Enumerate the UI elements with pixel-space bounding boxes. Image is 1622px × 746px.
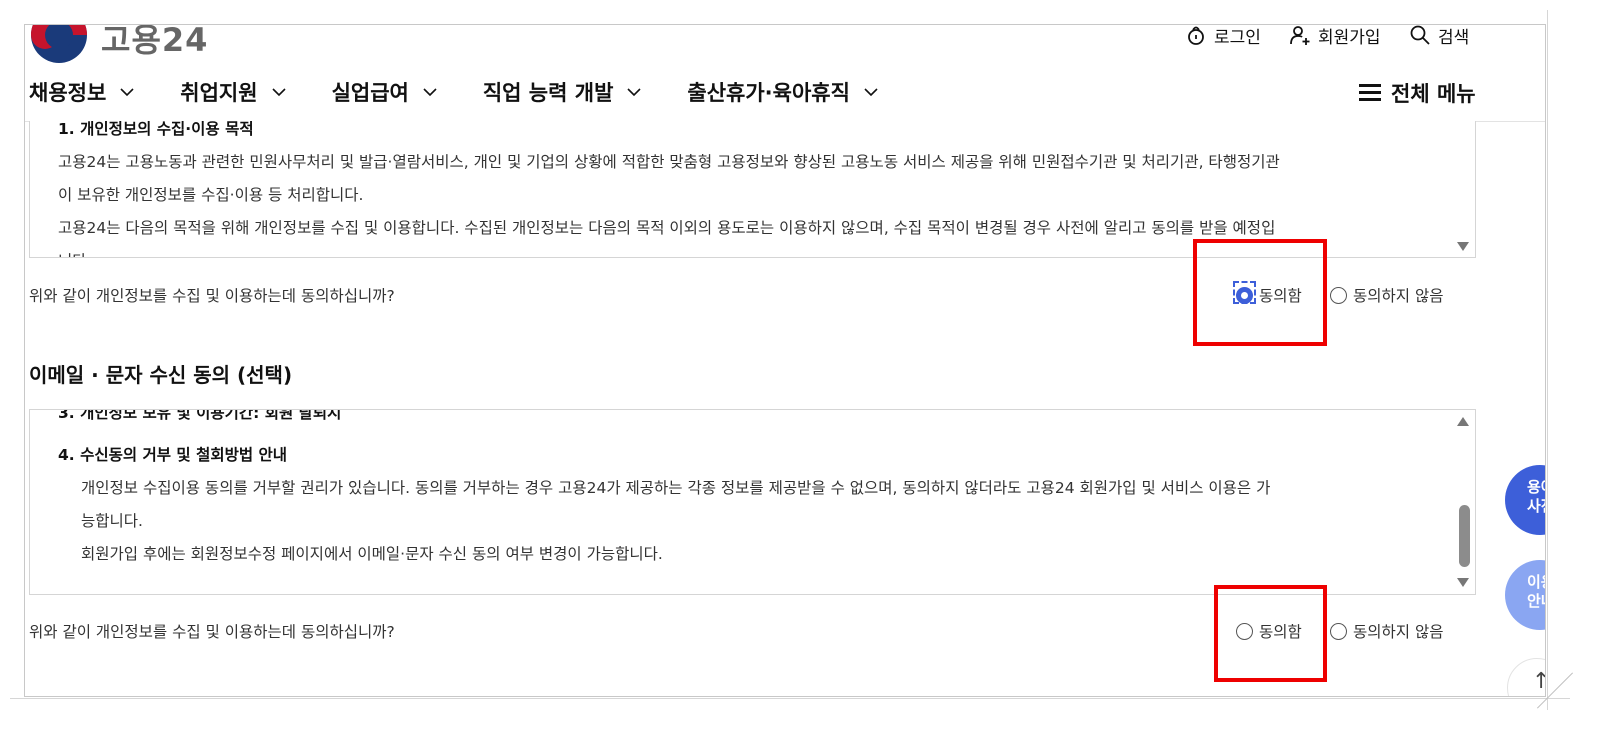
privacy-disagree-radio[interactable]: 동의하지 않음 bbox=[1330, 284, 1444, 306]
search-label: 검색 bbox=[1438, 27, 1470, 48]
gnb-label: 직업 능력 개발 bbox=[482, 81, 614, 105]
main-navigation: 채용정보 취업지원 실업급여 직업 능력 개발 출산휴가·육아휴직 bbox=[29, 78, 924, 106]
disagree-label: 동의하지 않음 bbox=[1353, 623, 1444, 641]
gnb-item-parental-leave[interactable]: 출산휴가·육아휴직 bbox=[687, 77, 878, 107]
terms-text: 회원가입 후에는 회원정보수정 페이지에서 이메일·문자 수신 동의 여부 변경… bbox=[81, 545, 663, 563]
hamburger-icon bbox=[1359, 84, 1381, 102]
chevron-down-icon bbox=[120, 88, 134, 97]
email-sms-terms-box[interactable]: 3. 개인정보 보유 및 이용기간: 회원 탈퇴시 4. 수신동의 거부 및 철… bbox=[29, 409, 1476, 595]
search-link[interactable]: 검색 bbox=[1409, 25, 1470, 48]
signup-label: 회원가입 bbox=[1318, 27, 1381, 48]
scroll-down-arrow-icon[interactable] bbox=[1457, 578, 1469, 587]
terms-text: 고용24는 다음의 목적을 위해 개인정보를 수집 및 이용합니다. 수집된 개… bbox=[58, 219, 1276, 237]
site-header: 고용24 로그인 회원가입 검색 채용정보 취업지원 실업급여 직업 능력 개발… bbox=[25, 25, 1545, 122]
email-sms-disagree-radio[interactable]: 동의하지 않음 bbox=[1330, 620, 1444, 642]
terms-text: 니다. bbox=[58, 249, 91, 257]
gnb-label: 취업지원 bbox=[180, 81, 258, 105]
privacy-consent-question: 위와 같이 개인정보를 수집 및 이용하는데 동의하십니까? bbox=[29, 287, 395, 305]
gnb-item-employment-support[interactable]: 취업지원 bbox=[180, 77, 286, 107]
disagree-label: 동의하지 않음 bbox=[1353, 287, 1444, 305]
terms-heading: 3. 개인정보 보유 및 이용기간: 회원 탈퇴시 bbox=[58, 409, 342, 422]
glossary-floating-button[interactable]: 용어 사전 bbox=[1505, 465, 1545, 535]
terms-text: 고용24는 고용노동과 관련한 민원사무처리 및 발급·열람서비스, 개인 및 … bbox=[58, 153, 1280, 171]
search-icon bbox=[1410, 25, 1430, 45]
gnb-label: 출산휴가·육아휴직 bbox=[687, 81, 850, 105]
chevron-down-icon bbox=[423, 88, 437, 97]
site-logo-text[interactable]: 고용24 bbox=[101, 25, 208, 61]
email-sms-section-title: 이메일 · 문자 수신 동의 (선택) bbox=[29, 363, 293, 387]
gnb-item-skills-development[interactable]: 직업 능력 개발 bbox=[483, 77, 642, 107]
terms-heading: 1. 개인정보의 수집·이용 목적 bbox=[58, 121, 254, 138]
scroll-to-top-button[interactable]: ↑ bbox=[1507, 658, 1545, 696]
privacy-terms-box[interactable]: 1. 개인정보의 수집·이용 목적 고용24는 고용노동과 관련한 민원사무처리… bbox=[29, 121, 1476, 258]
scrollbar-thumb[interactable] bbox=[1459, 505, 1470, 567]
terms-text: 이 보유한 개인정보를 수집·이용 등 처리합니다. bbox=[58, 186, 364, 204]
gnb-item-jobs[interactable]: 채용정보 bbox=[29, 77, 134, 107]
chevron-down-icon bbox=[627, 88, 641, 97]
screenshot-frame: 고용24 로그인 회원가입 검색 채용정보 취업지원 실업급여 직업 능력 개발… bbox=[24, 24, 1546, 697]
lock-icon bbox=[1188, 26, 1204, 45]
terms-text: 능합니다. bbox=[81, 512, 143, 530]
scroll-down-arrow-icon[interactable] bbox=[1457, 242, 1469, 251]
login-link[interactable]: 로그인 bbox=[1185, 25, 1261, 48]
highlight-box bbox=[1214, 585, 1327, 682]
gnb-label: 실업급여 bbox=[331, 81, 409, 105]
radio-unchecked-icon bbox=[1330, 622, 1347, 640]
login-label: 로그인 bbox=[1214, 27, 1261, 48]
guide-label: 이용 안내 bbox=[1527, 573, 1545, 610]
chevron-down-icon bbox=[271, 88, 286, 97]
frame-edge-bottom bbox=[10, 698, 1570, 719]
scroll-up-arrow-icon[interactable] bbox=[1457, 417, 1469, 426]
frame-edge-right bbox=[1547, 10, 1570, 710]
government-emblem-icon[interactable] bbox=[31, 25, 87, 63]
email-sms-consent-question: 위와 같이 개인정보를 수집 및 이용하는데 동의하십니까? bbox=[29, 623, 395, 641]
radio-unchecked-icon bbox=[1330, 286, 1347, 304]
user-plus-icon bbox=[1290, 26, 1310, 45]
all-menu-label: 전체 메뉴 bbox=[1391, 82, 1476, 106]
chevron-down-icon bbox=[864, 88, 878, 97]
glossary-label: 용어 사전 bbox=[1527, 478, 1545, 515]
signup-link[interactable]: 회원가입 bbox=[1289, 25, 1381, 48]
highlight-box bbox=[1193, 239, 1327, 346]
gnb-label: 채용정보 bbox=[29, 81, 107, 105]
gnb-item-unemployment-benefit[interactable]: 실업급여 bbox=[332, 77, 437, 107]
guide-floating-button[interactable]: 이용 안내 bbox=[1505, 560, 1545, 630]
terms-heading: 4. 수신동의 거부 및 철회방법 안내 bbox=[58, 446, 288, 464]
terms-text: 개인정보 수집이용 동의를 거부할 권리가 있습니다. 동의를 거부하는 경우 … bbox=[81, 479, 1271, 497]
arrow-up-icon: ↑ bbox=[1532, 669, 1545, 694]
all-menu-button[interactable]: 전체 메뉴 bbox=[1359, 78, 1476, 108]
